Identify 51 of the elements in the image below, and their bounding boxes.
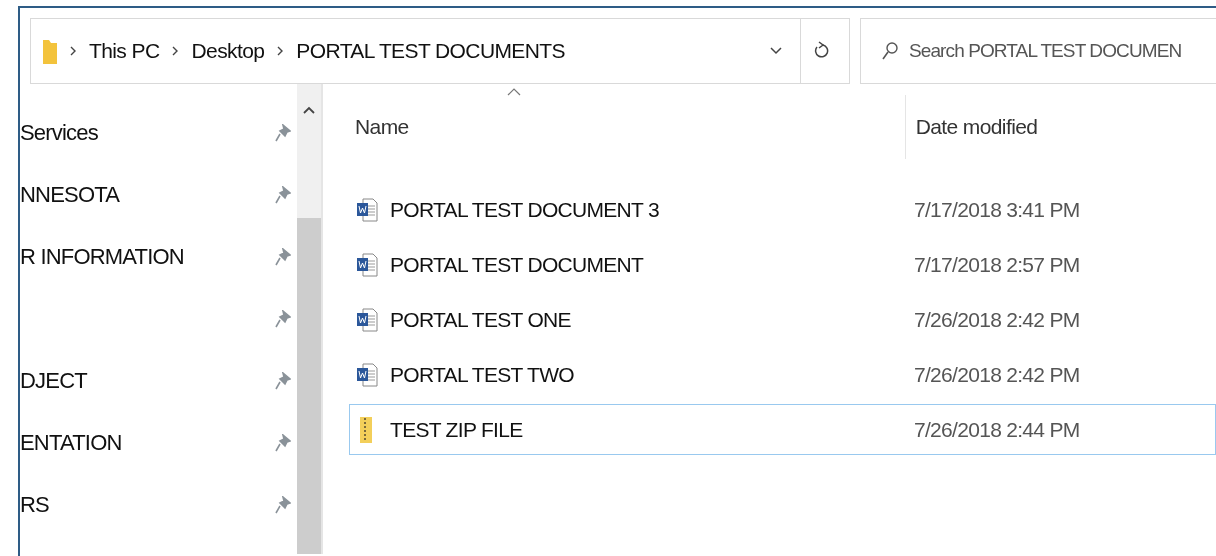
breadcrumb[interactable]: PORTAL TEST DOCUMENTS [296,39,565,63]
file-row[interactable]: PORTAL TEST ONE 7/26/2018 2:42 PM [349,294,1216,345]
file-name: TEST ZIP FILE [390,417,523,442]
date-cell: 7/17/2018 3:41 PM [914,197,1080,222]
chevron-icon [276,45,285,57]
pin-icon[interactable] [275,372,291,390]
date-cell: 7/26/2018 2:44 PM [914,417,1080,442]
date-cell: 7/26/2018 2:42 PM [914,362,1080,387]
pin-icon[interactable] [275,186,291,204]
file-name: PORTAL TEST DOCUMENT [390,252,644,277]
chevron-icon [171,45,180,57]
file-name: PORTAL TEST ONE [390,307,571,332]
sidebar-item[interactable]: Services [20,120,98,146]
sidebar-item[interactable]: ENTATION [20,430,122,456]
search-field[interactable]: Search PORTAL TEST DOCUMEN [860,18,1216,84]
sidebar-item[interactable]: RS [20,492,49,518]
file-name: PORTAL TEST TWO [390,362,574,387]
refresh-icon[interactable] [813,41,829,61]
pin-icon[interactable] [275,124,291,142]
file-name: PORTAL TEST DOCUMENT 3 [390,197,659,222]
sidebar-item[interactable]: R INFORMATION [20,244,184,270]
file-row[interactable]: PORTAL TEST TWO 7/26/2018 2:42 PM [349,349,1216,400]
sort-caret-icon[interactable] [507,88,521,96]
file-row[interactable]: TEST ZIP FILE 7/26/2018 2:44 PM [349,404,1216,455]
pin-icon[interactable] [275,496,291,514]
dropdown-icon[interactable] [770,47,782,55]
column-header[interactable]: Date modified [915,115,1038,139]
breadcrumb[interactable]: This PC [89,39,160,63]
pin-icon[interactable] [275,248,291,266]
file-row[interactable]: PORTAL TEST DOCUMENT 7/17/2018 2:57 PM [349,239,1216,290]
word-document-icon [356,252,378,277]
pin-icon[interactable] [275,310,291,328]
sidebar-item[interactable]: DJECT [20,368,87,394]
date-cell: 7/26/2018 2:42 PM [914,307,1080,332]
scrollbar-thumb[interactable] [297,218,321,554]
search-placeholder: Search PORTAL TEST DOCUMEN [909,40,1182,62]
chevron-icon [69,45,77,57]
column-header[interactable]: Name [355,115,409,139]
address-bar[interactable]: This PC Desktop PORTAL TEST DOCUMENTS [30,18,850,84]
word-document-icon [356,197,378,222]
folder-icon [43,38,57,64]
scrollbar[interactable] [297,84,321,554]
breadcrumb[interactable]: Desktop [191,39,265,63]
scroll-up-icon[interactable] [303,106,315,114]
date-cell: 7/17/2018 2:57 PM [914,252,1080,277]
word-document-icon [356,307,378,332]
file-row[interactable]: PORTAL TEST DOCUMENT 3 7/17/2018 3:41 PM [349,184,1216,235]
pin-icon[interactable] [275,434,291,452]
sidebar-item[interactable]: NNESOTA [20,182,120,208]
search-icon [881,41,899,61]
word-document-icon [356,362,378,387]
